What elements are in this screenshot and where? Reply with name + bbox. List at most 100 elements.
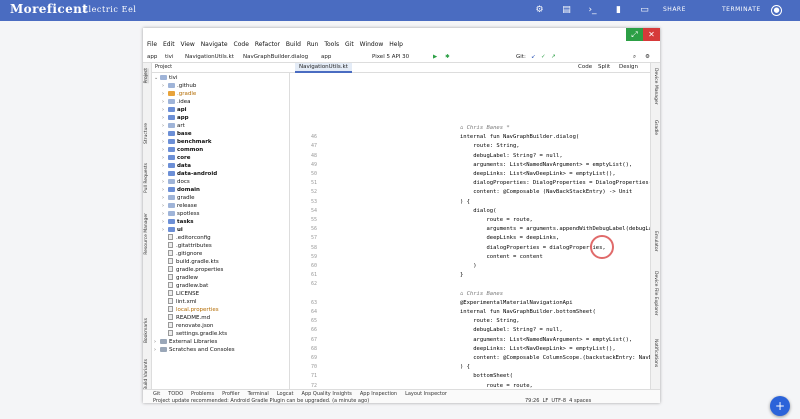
code-line[interactable]: content: @Composable ColumnScope.(backst… — [460, 355, 650, 361]
maximize-icon[interactable]: ⤢ — [626, 28, 643, 41]
code-editor[interactable]: ⌂ Chris Banes * 46 internal fun NavGraphBu… — [290, 73, 650, 389]
tree-item[interactable]: › domain — [162, 186, 200, 194]
menu-git[interactable]: Git — [345, 41, 354, 48]
code-line[interactable]: arguments: List<NamedNavArgument> = empt… — [460, 162, 632, 168]
breadcrumb-function[interactable]: NavGraphBuilder.dialog — [243, 54, 308, 60]
view-mode-split[interactable]: Split — [598, 64, 610, 70]
monitor-icon[interactable]: ▭ — [639, 5, 650, 16]
code-line[interactable]: ) { — [460, 364, 470, 370]
menu-code[interactable]: Code — [234, 41, 249, 48]
code-line[interactable]: route: String, — [460, 318, 519, 324]
code-line[interactable]: internal fun NavGraphBuilder.dialog( — [460, 134, 579, 140]
code-line[interactable]: arguments: List<NamedNavArgument> = empt… — [460, 337, 632, 343]
tree-item[interactable]: › release — [162, 202, 197, 210]
code-line[interactable]: route: String, — [460, 143, 519, 149]
tree-item[interactable]: local.properties — [162, 306, 219, 314]
tree-item[interactable]: .gitattributes — [162, 242, 212, 250]
tool-resource-manager[interactable]: Resource Manager — [144, 213, 149, 255]
tree-item[interactable]: build.gradle.kts — [162, 258, 219, 266]
bottom-tab[interactable]: Layout Inspector — [405, 391, 447, 397]
tree-item[interactable]: › gradle — [162, 194, 195, 202]
code-line[interactable]: deepLinks: List<NavDeepLink> = emptyList… — [460, 346, 615, 352]
view-mode-design[interactable]: Design — [619, 64, 638, 70]
tree-item[interactable]: .gitignore — [162, 250, 202, 258]
code-line[interactable]: @ExperimentalMaterialNavigationApi — [460, 300, 573, 306]
tree-item[interactable]: › docs — [162, 178, 190, 186]
terminate-button[interactable]: TERMINATE — [722, 6, 761, 13]
code-line[interactable]: debugLabel: String? = null, — [460, 153, 562, 159]
breadcrumb-file[interactable]: NavigationUtils.kt — [185, 54, 234, 60]
menu-edit[interactable]: Edit — [163, 41, 175, 48]
code-line[interactable]: dialogProperties = dialogProperties, — [460, 245, 605, 251]
bottom-tab[interactable]: App Quality Insights — [302, 391, 352, 397]
author-hint[interactable]: ⌂ Chris Banes * — [460, 125, 510, 131]
menu-build[interactable]: Build — [286, 41, 301, 48]
settings-icon[interactable]: ⚙ — [645, 54, 650, 60]
code-line[interactable]: deepLinks = deepLinks, — [460, 235, 559, 241]
tree-item[interactable]: gradle.properties — [162, 266, 223, 274]
tree-item[interactable]: › .github — [162, 82, 196, 90]
author-hint[interactable]: ⌂ Chris Banes — [460, 291, 503, 297]
tree-item[interactable]: › base — [162, 130, 192, 138]
tree-item[interactable]: › tasks — [162, 218, 194, 226]
menu-window[interactable]: Window — [360, 41, 384, 48]
tool-device-manager[interactable]: Device Manager — [653, 68, 658, 105]
bottom-tab[interactable]: Profiler — [222, 391, 240, 397]
bottom-tab[interactable]: Logcat — [277, 391, 294, 397]
tool-pull-requests[interactable]: Pull Requests — [144, 163, 149, 193]
tool-bookmarks[interactable]: Bookmarks — [144, 318, 149, 343]
menu-view[interactable]: View — [181, 41, 195, 48]
tree-item[interactable]: README.md — [162, 314, 210, 322]
tool-structure[interactable]: Structure — [144, 123, 149, 144]
menu-tools[interactable]: Tools — [324, 41, 339, 48]
tree-item[interactable]: renovate.json — [162, 322, 214, 330]
code-line[interactable]: dialog( — [460, 208, 496, 214]
add-button[interactable]: + — [770, 396, 790, 416]
code-line[interactable]: content = content — [460, 254, 542, 260]
project-view-select[interactable]: Project — [155, 64, 172, 70]
code-area[interactable]: ⌂ Chris Banes * 46 internal fun NavGraphBu… — [290, 73, 650, 389]
code-line[interactable]: content: @Composable (NavBackStackEntry)… — [460, 189, 632, 195]
device-select[interactable]: Pixel 5 API 30 — [372, 54, 409, 60]
code-line[interactable]: route = route, — [460, 217, 532, 223]
menu-run[interactable]: Run — [307, 41, 319, 48]
debug-icon[interactable]: ✱ — [445, 54, 450, 60]
tree-item[interactable]: › art — [162, 122, 185, 130]
terminal-icon[interactable]: ›_ — [587, 5, 598, 16]
tree-item[interactable]: › core — [162, 154, 190, 162]
menu-navigate[interactable]: Navigate — [201, 41, 228, 48]
run-icon[interactable]: ▶ — [433, 54, 437, 60]
tree-item[interactable]: lint.xml — [162, 298, 197, 306]
tool-project[interactable]: Project — [144, 68, 149, 84]
bottom-tab[interactable]: Problems — [191, 391, 214, 397]
code-line[interactable]: bottomSheet( — [460, 373, 513, 379]
code-line[interactable]: debugLabel: String? = null, — [460, 327, 562, 333]
tree-item[interactable]: settings.gradle.kts — [162, 330, 227, 338]
run-config-select[interactable]: app — [321, 54, 331, 60]
tree-item[interactable]: › api — [162, 106, 187, 114]
menu-help[interactable]: Help — [389, 41, 403, 48]
view-mode-code[interactable]: Code — [578, 64, 592, 70]
tree-item[interactable]: › ui — [162, 226, 183, 234]
tree-item[interactable]: › External Libraries — [154, 338, 217, 346]
code-line[interactable]: } — [460, 272, 463, 278]
tool-emulator[interactable]: Emulator — [653, 231, 658, 251]
tree-item[interactable]: › spotless — [162, 210, 200, 218]
git-commit-icon[interactable]: ✓ — [541, 54, 546, 60]
bottom-tab[interactable]: App Inspection — [360, 391, 397, 397]
tree-item[interactable]: › common — [162, 146, 203, 154]
code-line[interactable]: ) — [460, 263, 476, 269]
tree-item[interactable]: › app — [162, 114, 189, 122]
settings-icon[interactable]: ⚙ — [534, 5, 545, 16]
code-line[interactable]: ) { — [460, 199, 470, 205]
menu-file[interactable]: File — [147, 41, 157, 48]
tool-device-file-explorer[interactable]: Device File Explorer — [653, 271, 658, 316]
phone-icon[interactable]: ▮ — [613, 5, 624, 16]
tree-item[interactable]: ⌄ tivi — [154, 74, 177, 82]
share-button[interactable]: SHARE — [663, 6, 686, 13]
search-icon[interactable]: ⌕ — [633, 54, 636, 61]
document-icon[interactable]: ▤ — [561, 5, 572, 16]
code-line[interactable]: internal fun NavGraphBuilder.bottomSheet… — [460, 309, 596, 315]
tree-item[interactable]: › data-android — [162, 170, 217, 178]
git-update-icon[interactable]: ↙ — [531, 54, 536, 60]
